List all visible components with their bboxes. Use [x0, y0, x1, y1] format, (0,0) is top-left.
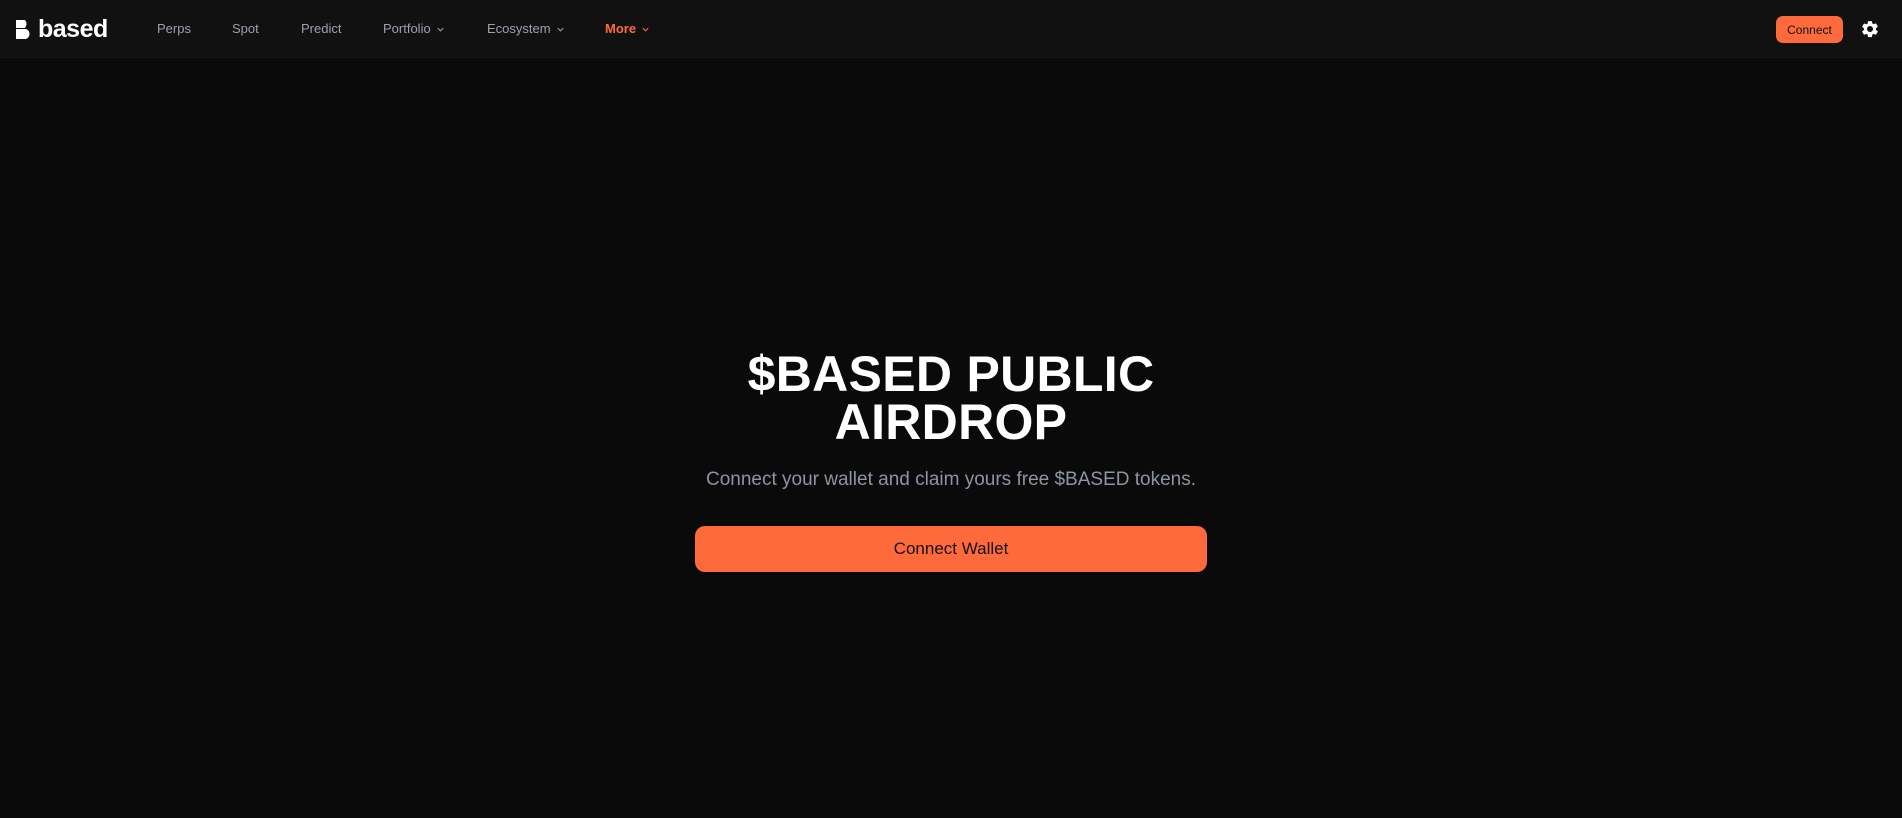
hero-subtitle: Connect your wallet and claim yours free…	[705, 469, 1196, 490]
brand-logo[interactable]: based	[14, 14, 108, 44]
brand-name: based	[38, 15, 108, 43]
nav-item-label: Spot	[232, 21, 259, 36]
chevron-down-icon	[556, 27, 564, 32]
airdrop-hero: $BASED PUBLIC AIRDROP Connect your walle…	[0, 349, 1902, 572]
top-navigation-bar: based Perps Spot Predict Portfolio Ecosy…	[0, 0, 1902, 58]
nav-item-label: Perps	[157, 21, 191, 36]
nav-item-predict[interactable]: Predict	[301, 18, 341, 40]
page-title: $BASED PUBLIC AIRDROP	[691, 349, 1211, 447]
chevron-down-icon	[642, 27, 649, 32]
connect-button[interactable]: Connect	[1776, 16, 1843, 43]
nav-item-more[interactable]: More	[605, 18, 650, 40]
nav-item-label: More	[605, 21, 637, 36]
based-logo-icon	[16, 20, 30, 39]
connect-wallet-button[interactable]: Connect Wallet	[695, 526, 1207, 572]
nav-item-perps[interactable]: Perps	[157, 18, 191, 40]
chevron-down-icon	[437, 27, 444, 32]
nav-item-label: Predict	[301, 21, 342, 36]
nav-item-ecosystem[interactable]: Ecosystem	[487, 18, 565, 40]
nav-item-label: Portfolio	[383, 21, 431, 36]
title-line-2: AIRDROP	[834, 394, 1068, 450]
gear-icon	[1862, 21, 1878, 38]
settings-button[interactable]	[1857, 16, 1883, 42]
nav-item-portfolio[interactable]: Portfolio	[383, 18, 445, 40]
nav-item-spot[interactable]: Spot	[232, 18, 259, 40]
nav-item-label: Ecosystem	[487, 21, 551, 36]
